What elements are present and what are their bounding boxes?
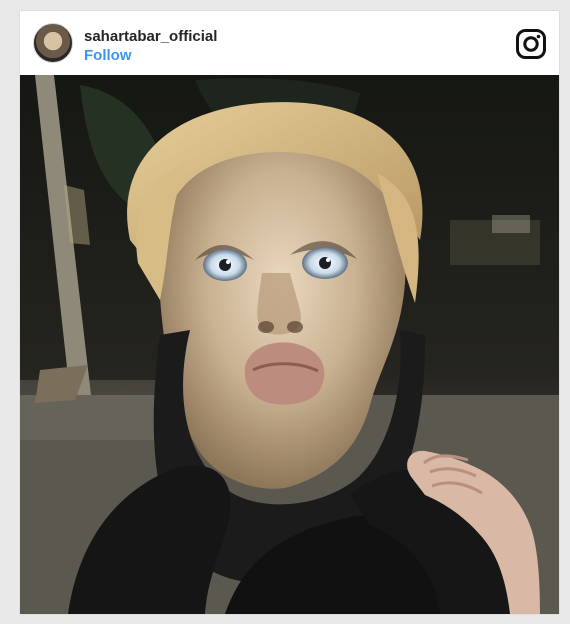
instagram-embed-card: sahartabar_official Follow — [20, 11, 559, 614]
username-link[interactable]: sahartabar_official — [84, 28, 217, 46]
post-photo[interactable] — [20, 75, 559, 614]
post-header: sahartabar_official Follow — [20, 11, 559, 75]
instagram-icon[interactable] — [515, 28, 547, 60]
follow-button[interactable]: Follow — [84, 47, 132, 65]
profile-avatar[interactable] — [33, 23, 73, 63]
